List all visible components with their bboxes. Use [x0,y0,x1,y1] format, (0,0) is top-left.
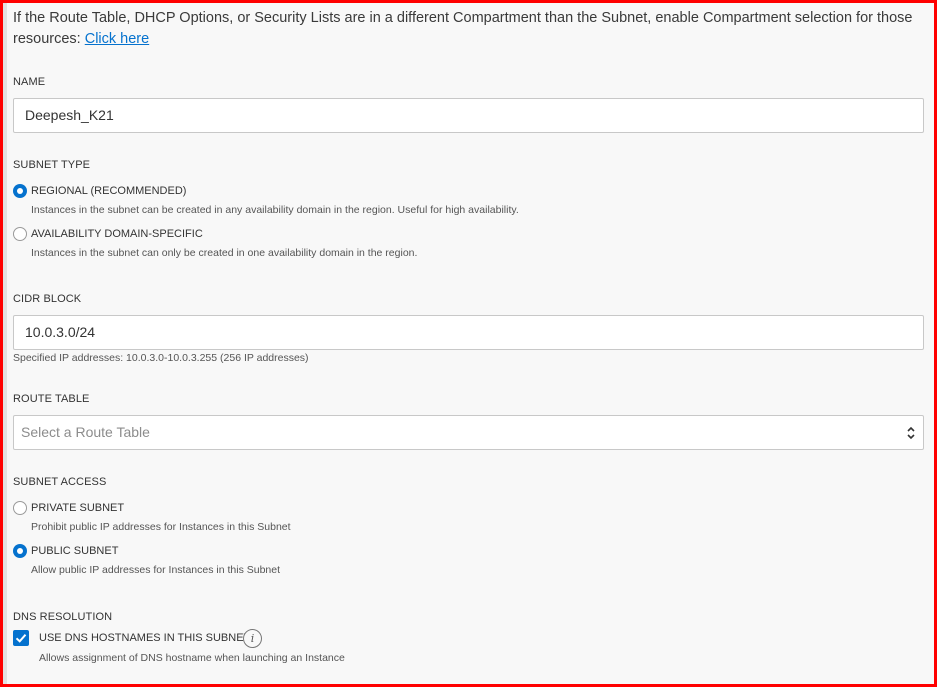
ad-specific-radio[interactable] [13,227,27,241]
dns-hostnames-help: Allows assignment of DNS hostname when l… [39,652,345,664]
public-subnet-help: Allow public IP addresses for Instances … [31,564,281,576]
name-label: NAME [13,76,46,88]
checkmark-icon [15,634,27,643]
info-icon[interactable]: i [243,629,262,648]
cidr-label: CIDR BLOCK [13,293,82,305]
dns-hostnames-label[interactable]: USE DNS HOSTNAMES IN THIS SUBNET [39,632,250,644]
dns-resolution-label: DNS RESOLUTION [13,611,113,623]
cidr-help: Specified IP addresses: 10.0.3.0-10.0.3.… [13,352,309,364]
click-here-link[interactable]: Click here [85,31,149,47]
subnet-access-label: SUBNET ACCESS [13,476,107,488]
public-subnet-radio[interactable] [13,544,27,558]
panel-left-edge [3,3,7,684]
name-input[interactable]: Deepesh_K21 [13,98,924,133]
ad-specific-option-help: Instances in the subnet can only be crea… [31,247,418,259]
route-table-label: ROUTE TABLE [13,393,90,405]
private-subnet-radio[interactable] [13,501,27,515]
public-subnet-label[interactable]: PUBLIC SUBNET [31,545,118,557]
regional-option-label[interactable]: REGIONAL (RECOMMENDED) [31,185,186,197]
subnet-type-label: SUBNET TYPE [13,159,91,171]
cidr-input[interactable]: 10.0.3.0/24 [13,315,924,350]
private-subnet-help: Prohibit public IP addresses for Instanc… [31,521,291,533]
route-table-placeholder: Select a Route Table [21,424,150,440]
private-subnet-label[interactable]: PRIVATE SUBNET [31,502,124,514]
compartment-notice: If the Route Table, DHCP Options, or Sec… [13,8,913,50]
regional-radio[interactable] [13,184,27,198]
chevron-up-down-icon [907,426,915,440]
regional-option-help: Instances in the subnet can be created i… [31,204,519,216]
dns-hostnames-checkbox[interactable] [13,630,29,646]
route-table-select[interactable]: Select a Route Table [13,415,924,450]
ad-specific-option-label[interactable]: AVAILABILITY DOMAIN-SPECIFIC [31,228,203,240]
